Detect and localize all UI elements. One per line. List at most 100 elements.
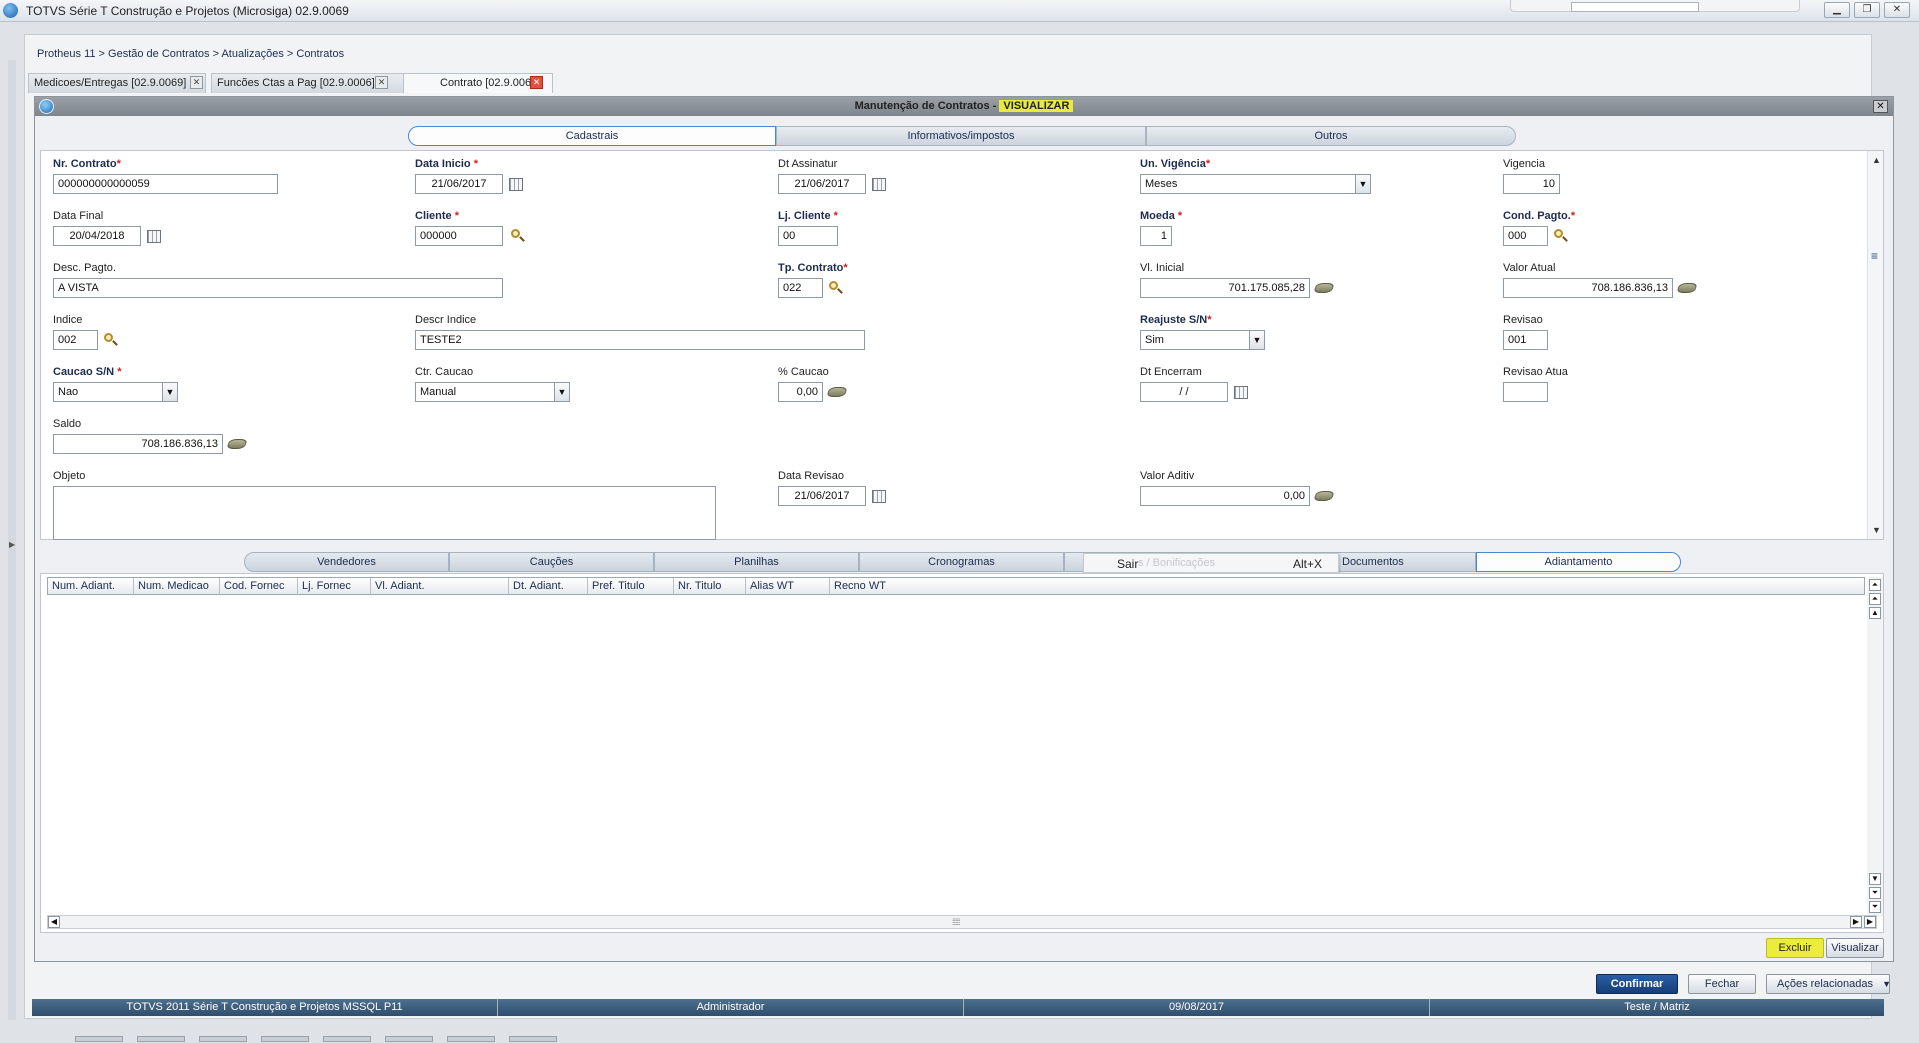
objeto-memo[interactable] — [53, 486, 716, 540]
indice-field[interactable]: 002 — [53, 330, 98, 350]
tab-funcoes[interactable]: Funcões Ctas a Pag [02.9.0006] — [211, 73, 421, 93]
subfolder-adiantamento[interactable]: Adiantamento — [1476, 552, 1681, 572]
chevron-down-icon[interactable]: ▼ — [554, 383, 569, 401]
subfolder-planilhas[interactable]: Planilhas — [654, 552, 859, 572]
un-vigencia-select[interactable]: Meses ▼ — [1140, 174, 1371, 194]
grid-col-dt-adiant[interactable]: Dt. Adiant. — [509, 578, 588, 595]
close-tab-icon[interactable]: ✕ — [530, 76, 543, 89]
money-icon[interactable] — [1313, 283, 1335, 293]
expand-arrow-icon[interactable]: ▶ — [9, 540, 15, 549]
scroll-left-icon[interactable]: ◀ — [48, 916, 60, 928]
taskbar-item[interactable] — [447, 1036, 495, 1042]
dt-encerram-field[interactable]: / / — [1140, 382, 1228, 402]
calendar-icon[interactable] — [872, 178, 886, 191]
chevron-down-icon[interactable]: ▼ — [1355, 175, 1370, 193]
tp-contrato-field[interactable]: 022 — [778, 278, 823, 298]
calendar-icon[interactable] — [509, 178, 523, 191]
dt-assinatur-field[interactable]: 21/06/2017 — [778, 174, 866, 194]
magnifier-icon[interactable] — [1554, 229, 1568, 243]
money-icon[interactable] — [1676, 283, 1698, 293]
scroll-page-down-icon[interactable]: ⏷ — [1869, 887, 1881, 899]
grid-col-vl-adiant[interactable]: Vl. Adiant. — [371, 578, 509, 595]
reajuste-select[interactable]: Sim ▼ — [1140, 330, 1265, 350]
folder-cadastrais[interactable]: Cadastrais — [408, 126, 776, 146]
desc-pagto-field[interactable]: A VISTA — [53, 278, 503, 298]
excluir-button[interactable]: Excluir — [1766, 938, 1824, 958]
caucao-select[interactable]: Nao ▼ — [53, 382, 178, 402]
grid-col-cod-fornec[interactable]: Cod. Fornec — [220, 578, 298, 595]
money-icon[interactable] — [826, 387, 848, 397]
close-window-button[interactable]: ✕ — [1884, 2, 1910, 18]
grid-horizontal-scrollbar[interactable]: ◀ ⁞⁞⁞⁞⁞ ▶ ▶ — [47, 915, 1877, 929]
valor-aditiv-field[interactable]: 0,00 — [1140, 486, 1310, 506]
left-collapse-strip[interactable]: ▶ — [8, 60, 16, 1020]
nr-contrato-field[interactable]: 000000000000059 — [53, 174, 278, 194]
taskbar-item[interactable] — [75, 1036, 123, 1042]
magnifier-icon[interactable] — [104, 333, 118, 347]
visualizar-button[interactable]: Visualizar — [1826, 938, 1884, 958]
scroll-page-up-icon[interactable]: ⏶ — [1869, 593, 1881, 605]
revisao-field[interactable]: 001 — [1503, 330, 1548, 350]
taskbar-item[interactable] — [261, 1036, 309, 1042]
grid-col-num-medicao[interactable]: Num. Medicao — [134, 578, 220, 595]
scroll-bottom-icon[interactable]: ⏷ — [1869, 901, 1881, 913]
grid-col-lj-fornec[interactable]: Lj. Fornec — [298, 578, 371, 595]
scroll-right-icon[interactable]: ▶ — [1850, 916, 1862, 928]
chevron-down-icon[interactable]: ▼ — [1249, 331, 1264, 349]
subfolder-caucoes[interactable]: Cauções — [449, 552, 654, 572]
revisao-atua-field[interactable] — [1503, 382, 1548, 402]
data-revisao-field[interactable]: 21/06/2017 — [778, 486, 866, 506]
money-icon[interactable] — [1313, 491, 1335, 501]
scroll-up-icon[interactable]: ▲ — [1872, 155, 1881, 165]
grid-col-nr-titulo[interactable]: Nr. Titulo — [674, 578, 746, 595]
cond-pagto-field[interactable]: 000 — [1503, 226, 1548, 246]
grid-col-alias-wt[interactable]: Alias WT — [746, 578, 830, 595]
restore-button[interactable]: ❐ — [1854, 2, 1880, 18]
vigencia-field[interactable]: 10 — [1503, 174, 1560, 194]
subfolder-vendedores[interactable]: Vendedores — [244, 552, 449, 572]
scroll-end-icon[interactable]: ▶ — [1864, 916, 1876, 928]
scroll-down-icon[interactable]: ▼ — [1872, 525, 1881, 535]
close-tab-icon[interactable]: ✕ — [375, 76, 388, 89]
data-inicio-field[interactable]: 21/06/2017 — [415, 174, 503, 194]
taskbar-item[interactable] — [137, 1036, 185, 1042]
minimize-button[interactable]: ▁ — [1824, 2, 1850, 18]
confirmar-button[interactable]: Confirmar — [1596, 974, 1678, 994]
moeda-field[interactable]: 1 — [1140, 226, 1172, 246]
data-final-field[interactable]: 20/04/2018 — [53, 226, 141, 246]
acoes-relacionadas-button[interactable]: Ações relacionadas ▼ — [1766, 974, 1891, 994]
grid-col-recno-wt[interactable]: Recno WT — [830, 578, 1864, 595]
popup-sair[interactable]: Sair — [1117, 557, 1138, 571]
scroll-top-icon[interactable]: ⏶ — [1869, 579, 1881, 591]
dialog-close-button[interactable]: ✕ — [1873, 100, 1888, 113]
taskbar-item[interactable] — [199, 1036, 247, 1042]
close-tab-icon[interactable]: ✕ — [190, 76, 203, 89]
form-scrollbar[interactable]: ▲ ≡ ▼ — [1867, 151, 1883, 539]
subfolder-cronogramas[interactable]: Cronogramas — [859, 552, 1064, 572]
scroll-down-icon[interactable]: ▼ — [1869, 873, 1881, 885]
taskbar-item[interactable] — [323, 1036, 371, 1042]
grid-vertical-scrollbar[interactable]: ⏶ ⏶ ▲ ▼ ⏷ ⏷ — [1867, 577, 1883, 917]
folder-outros[interactable]: Outros — [1146, 126, 1516, 146]
chevron-down-icon[interactable]: ▼ — [1882, 975, 1891, 993]
ctr-caucao-select[interactable]: Manual ▼ — [415, 382, 570, 402]
tab-medicoes[interactable]: Medicoes/Entregas [02.9.0069] — [28, 73, 206, 93]
valor-atual-field[interactable]: 708.186.836,13 — [1503, 278, 1673, 298]
context-popup[interactable]: s / Bonificações Sair Alt+X — [1083, 553, 1339, 573]
scroll-grip-icon[interactable]: ≡ — [1871, 249, 1878, 263]
lj-cliente-field[interactable]: 00 — [778, 226, 838, 246]
money-icon[interactable] — [226, 439, 248, 449]
folder-informativos[interactable]: Informativos/impostos — [776, 126, 1146, 146]
grid-col-pref-titulo[interactable]: Pref. Titulo — [588, 578, 674, 595]
fechar-button[interactable]: Fechar — [1688, 974, 1756, 994]
taskbar-item[interactable] — [385, 1036, 433, 1042]
magnifier-icon[interactable] — [829, 281, 843, 295]
calendar-icon[interactable] — [1234, 386, 1248, 399]
saldo-field[interactable]: 708.186.836,13 — [53, 434, 223, 454]
chevron-down-icon[interactable]: ▼ — [162, 383, 177, 401]
calendar-icon[interactable] — [872, 490, 886, 503]
taskbar-item[interactable] — [509, 1036, 557, 1042]
scroll-up-icon[interactable]: ▲ — [1869, 607, 1881, 619]
grid-col-num-adiant[interactable]: Num. Adiant. — [48, 578, 134, 595]
magnifier-icon[interactable] — [511, 229, 525, 243]
